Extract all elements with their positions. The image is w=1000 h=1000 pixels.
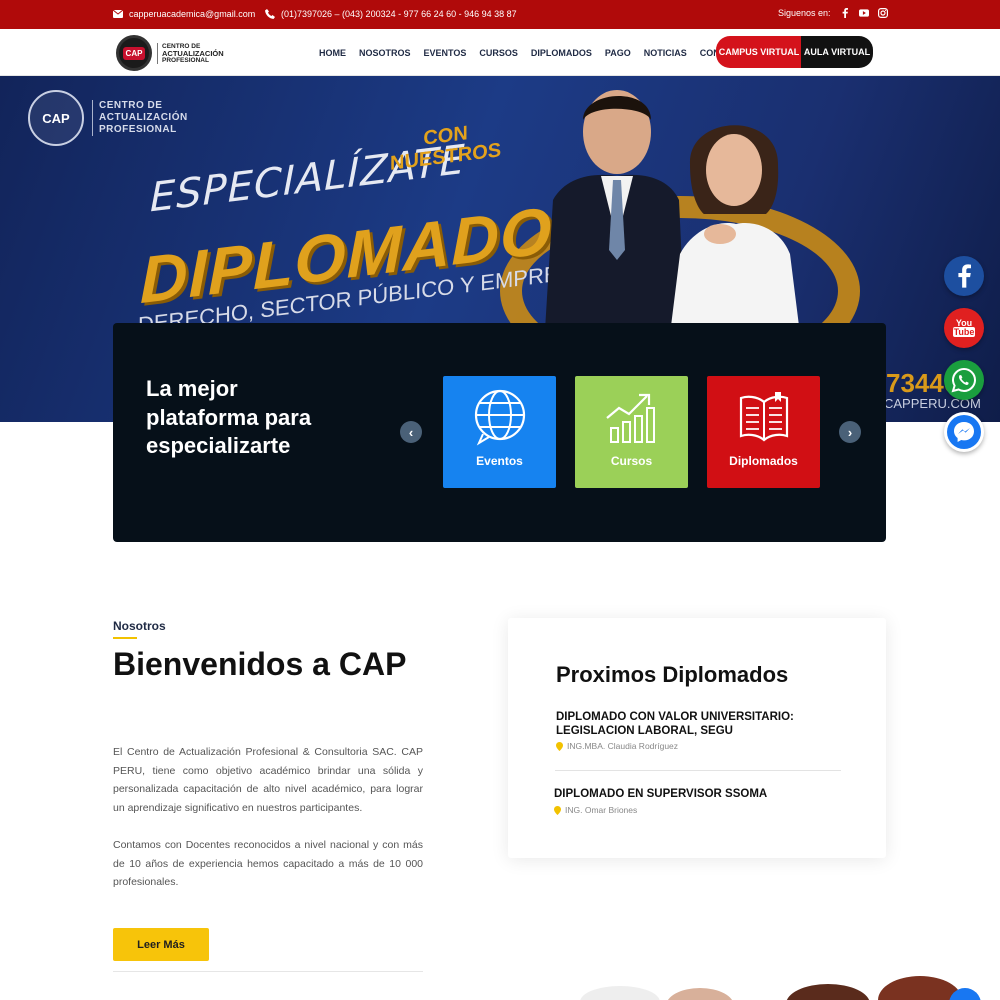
logo-text: CENTRO DE ACTUALIZACIÓN PROFESIONAL <box>157 42 224 64</box>
instagram-icon[interactable] <box>877 8 888 18</box>
facebook-icon <box>958 264 971 288</box>
hero-woman-image <box>670 125 800 334</box>
upcoming-diplomas-card: Proximos Diplomados DIPLOMADO CON VALOR … <box>508 618 886 858</box>
page: capperuacademica@gmail.com (01)7397026 –… <box>0 0 1000 1000</box>
nav-home[interactable]: HOME <box>319 48 346 58</box>
facebook-icon[interactable] <box>840 8 850 18</box>
hero-logo: CAP CENTRO DE ACTUALIZACIÓN PROFESIONAL <box>28 90 188 146</box>
open-book-icon <box>739 392 788 442</box>
contact-email[interactable]: capperuacademica@gmail.com <box>113 9 255 19</box>
nav-nosotros[interactable]: NOSOTROS <box>359 48 411 58</box>
about-paragraph-2: Contamos con Docentes reconocidos a nive… <box>113 839 423 888</box>
youtube-icon: You Tube <box>952 318 976 337</box>
nav-eventos[interactable]: EVENTOS <box>424 48 467 58</box>
float-facebook-button[interactable] <box>944 256 984 296</box>
nav-cursos[interactable]: CURSOS <box>479 48 518 58</box>
card-diplomados[interactable]: Diplomados <box>707 376 820 488</box>
phones-text: (01)7397026 – (043) 200324 - 977 66 24 6… <box>281 9 517 19</box>
card-diplomados-label: Diplomados <box>729 454 798 468</box>
about-title: Bienvenidos a CAP <box>113 646 407 682</box>
growth-chart-icon <box>605 393 655 443</box>
upcoming-title: Proximos Diplomados <box>556 662 789 687</box>
upcoming-item-2-title[interactable]: DIPLOMADO EN SUPERVISOR SSOMA <box>554 787 844 801</box>
campus-virtual-button[interactable]: CAMPUS VIRTUAL <box>716 36 802 68</box>
card-eventos[interactable]: Eventos <box>443 376 556 488</box>
about-label: Nosotros <box>113 619 166 633</box>
nav-diplomados[interactable]: DIPLOMADOS <box>531 48 592 58</box>
hero-con-nuestros: CON NUESTROS <box>390 122 502 175</box>
youtube-icon[interactable] <box>858 8 869 18</box>
about-divider <box>113 971 423 972</box>
nav-pago[interactable]: PAGO <box>605 48 631 58</box>
nav-noticias[interactable]: NOTICIAS <box>644 48 687 58</box>
aula-virtual-button[interactable]: AULA VIRTUAL <box>801 36 873 68</box>
card-cursos-label: Cursos <box>610 454 653 468</box>
email-text: capperuacademica@gmail.com <box>129 9 256 19</box>
top-social: Siguenos en: <box>778 8 888 18</box>
about-label-underline <box>113 637 137 639</box>
upcoming-item-2-instructor: ING. Omar Briones <box>554 805 637 815</box>
platform-panel: La mejor plataforma para especializarte … <box>113 323 886 542</box>
contact-phones[interactable]: (01)7397026 – (043) 200324 - 977 66 24 6… <box>265 9 517 19</box>
messenger-icon <box>947 415 981 449</box>
site-logo[interactable]: CAP CENTRO DE ACTUALIZACIÓN PROFESIONAL <box>116 35 224 71</box>
hero-logo-text: CENTRO DE ACTUALIZACIÓN PROFESIONAL <box>92 100 188 136</box>
leer-mas-button[interactable]: Leer Más <box>113 928 209 961</box>
team-photo-partial <box>580 976 981 1000</box>
float-messenger-button[interactable] <box>944 412 984 452</box>
panel-title: La mejor plataforma para especializarte <box>146 376 312 458</box>
upcoming-item-1-title[interactable]: DIPLOMADO CON VALOR UNIVERSITARIO: LEGIS… <box>556 710 846 738</box>
card-eventos-label: Eventos <box>476 454 523 468</box>
about-paragraph-1: El Centro de Actualización Profesional &… <box>113 746 423 814</box>
whatsapp-icon <box>951 367 977 393</box>
location-pin-icon <box>556 741 563 751</box>
carousel-prev-button[interactable]: ‹ <box>400 421 422 443</box>
hero-man-image <box>545 90 685 330</box>
hero-logo-badge: CAP <box>28 90 84 146</box>
upcoming-separator <box>555 770 841 771</box>
float-youtube-button[interactable]: You Tube <box>944 308 984 348</box>
carousel-next-button[interactable]: › <box>839 421 861 443</box>
main-header: CAP CENTRO DE ACTUALIZACIÓN PROFESIONAL … <box>0 29 1000 76</box>
upcoming-item-1-instructor: ING.MBA. Claudia Rodríguez <box>556 741 678 751</box>
follow-label: Siguenos en: <box>778 8 831 18</box>
globe-icon <box>474 389 525 446</box>
top-bar: capperuacademica@gmail.com (01)7397026 –… <box>0 0 1000 29</box>
logo-badge: CAP <box>116 35 152 71</box>
phone-icon <box>265 9 275 19</box>
main-nav: HOME NOSOTROS EVENTOS CURSOS DIPLOMADOS … <box>319 29 763 76</box>
float-whatsapp-button[interactable] <box>944 360 984 400</box>
card-cursos[interactable]: Cursos <box>575 376 688 488</box>
location-pin-icon <box>554 805 561 815</box>
envelope-icon <box>113 9 123 19</box>
